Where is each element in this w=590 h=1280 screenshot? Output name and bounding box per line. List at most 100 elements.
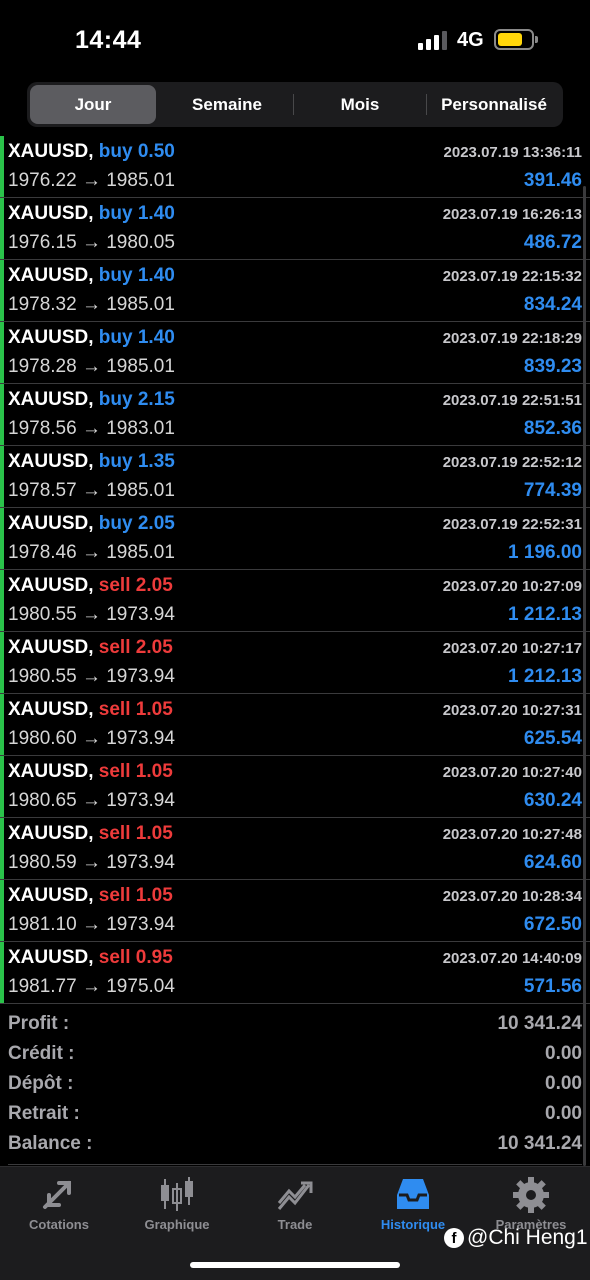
trade-datetime: 2023.07.20 10:27:40	[442, 764, 582, 781]
trade-row[interactable]: XAUUSD, sell 1.05 2023.07.20 10:27:40 1980…	[0, 756, 590, 818]
trade-marker	[0, 446, 4, 507]
trade-row[interactable]: XAUUSD, buy 1.40 2023.07.19 16:26:13 1976.…	[0, 198, 590, 260]
trade-profit: 839.23	[523, 356, 582, 377]
trade-symbol: XAUUSD,	[8, 327, 94, 348]
trade-profit: 774.39	[523, 480, 582, 501]
trade-volume: 0.50	[137, 141, 175, 162]
inbox-tray-icon	[397, 1179, 429, 1209]
trade-row[interactable]: XAUUSD, buy 1.40 2023.07.19 22:18:29 1978.…	[0, 322, 590, 384]
summary-row: Profit : 10 341.24	[0, 1010, 590, 1040]
trade-prices: 1980.55 → 1973.94	[8, 604, 175, 625]
trade-side: buy	[98, 141, 133, 162]
quotes-arrows-icon	[43, 1181, 71, 1209]
tab-label: Cotations	[29, 1217, 89, 1232]
trade-side: buy	[98, 451, 133, 472]
trade-profit: 486.72	[523, 232, 582, 253]
trade-datetime: 2023.07.20 10:27:48	[442, 826, 582, 843]
summary-label: Crédit :	[8, 1043, 75, 1064]
trade-row[interactable]: XAUUSD, buy 2.05 2023.07.19 22:52:31 1978.…	[0, 508, 590, 570]
trade-profit: 1 212.13	[508, 604, 582, 625]
period-tab-mois[interactable]: Mois	[294, 85, 426, 124]
trade-marker	[0, 756, 4, 817]
trade-marker	[0, 136, 4, 197]
trade-row[interactable]: XAUUSD, sell 2.05 2023.07.20 10:27:09 1980…	[0, 570, 590, 632]
trade-datetime: 2023.07.20 10:28:34	[442, 888, 582, 905]
trade-row[interactable]: XAUUSD, sell 1.05 2023.07.20 10:28:34 1981…	[0, 880, 590, 942]
trade-symbol: XAUUSD,	[8, 947, 94, 968]
trade-datetime: 2023.07.19 22:52:12	[442, 454, 582, 471]
trade-marker	[0, 198, 4, 259]
trade-datetime: 2023.07.19 22:15:32	[442, 268, 582, 285]
trade-title: XAUUSD, sell 2.05	[8, 575, 173, 597]
trade-row[interactable]: XAUUSD, sell 1.05 2023.07.20 10:27:48 1980…	[0, 818, 590, 880]
trade-title: XAUUSD, buy 0.50	[8, 141, 175, 163]
trade-datetime: 2023.07.19 22:52:31	[442, 516, 582, 533]
trade-side: sell	[98, 947, 131, 968]
trade-side: buy	[98, 389, 133, 410]
trade-datetime: 2023.07.19 22:51:51	[442, 392, 582, 409]
trade-row[interactable]: XAUUSD, sell 1.05 2023.07.20 10:27:31 1980…	[0, 694, 590, 756]
period-tab-personnalise[interactable]: Personnalisé	[427, 85, 561, 124]
trade-volume: 1.05	[135, 885, 173, 906]
trade-row[interactable]: XAUUSD, buy 2.15 2023.07.19 22:51:51 1978.…	[0, 384, 590, 446]
trade-profit: 852.36	[523, 418, 582, 439]
status-time: 14:44	[75, 26, 142, 54]
trade-marker	[0, 694, 4, 755]
trade-prices: 1980.59 → 1973.94	[8, 852, 175, 873]
trade-row[interactable]: XAUUSD, sell 2.05 2023.07.20 10:27:17 1980…	[0, 632, 590, 694]
watermark: f @Chi Heng1	[444, 1226, 588, 1250]
trade-marker	[0, 384, 4, 445]
trade-title: XAUUSD, buy 1.40	[8, 203, 175, 225]
home-indicator[interactable]	[190, 1262, 400, 1268]
summary-label: Balance :	[8, 1133, 93, 1154]
trade-title: XAUUSD, buy 1.35	[8, 451, 175, 473]
summary-row: Crédit : 0.00	[0, 1040, 590, 1070]
trade-title: XAUUSD, buy 1.40	[8, 327, 175, 349]
tab-label: Graphique	[144, 1217, 210, 1232]
trade-marker	[0, 818, 4, 879]
trade-volume: 1.05	[135, 761, 173, 782]
trade-side: sell	[98, 823, 131, 844]
tab-trade[interactable]: Trade	[236, 1175, 354, 1239]
summary-divider	[8, 1164, 582, 1165]
trade-volume: 1.40	[137, 203, 175, 224]
trade-datetime: 2023.07.19 22:18:29	[442, 330, 582, 347]
trade-row[interactable]: XAUUSD, buy 1.40 2023.07.19 22:15:32 1978.…	[0, 260, 590, 322]
tab-graphique[interactable]: Graphique	[118, 1175, 236, 1239]
watermark-text: @Chi Heng1	[467, 1226, 588, 1249]
trade-profit: 672.50	[523, 914, 582, 935]
trade-volume: 1.35	[137, 451, 175, 472]
period-tab-jour[interactable]: Jour	[30, 85, 156, 124]
summary-label: Profit :	[8, 1013, 70, 1034]
trade-side: buy	[98, 327, 133, 348]
trade-volume: 0.95	[135, 947, 173, 968]
summary-label: Dépôt :	[8, 1073, 74, 1094]
trade-side: sell	[98, 699, 131, 720]
trade-profit: 630.24	[523, 790, 582, 811]
trade-symbol: XAUUSD,	[8, 823, 94, 844]
trade-volume: 2.05	[135, 575, 173, 596]
summary-value: 0.00	[545, 1103, 582, 1124]
trade-volume: 1.40	[137, 327, 175, 348]
trade-symbol: XAUUSD,	[8, 575, 94, 596]
facebook-icon: f	[444, 1228, 464, 1248]
trade-marker	[0, 260, 4, 321]
trade-volume: 2.15	[137, 389, 175, 410]
trade-row[interactable]: XAUUSD, sell 0.95 2023.07.20 14:40:09 1981…	[0, 942, 590, 1004]
trade-prices: 1981.77 → 1975.04	[8, 976, 175, 997]
summary-value: 0.00	[545, 1043, 582, 1064]
trade-marker	[0, 322, 4, 383]
trade-prices: 1978.28 → 1985.01	[8, 356, 175, 377]
tab-cotations[interactable]: Cotations	[0, 1175, 118, 1239]
trade-volume: 1.05	[135, 823, 173, 844]
summary-value: 10 341.24	[497, 1013, 582, 1034]
trade-prices: 1980.65 → 1973.94	[8, 790, 175, 811]
period-tab-semaine[interactable]: Semaine	[161, 85, 293, 124]
trade-title: XAUUSD, sell 1.05	[8, 823, 173, 845]
trade-row[interactable]: XAUUSD, buy 1.35 2023.07.19 22:52:12 1978.…	[0, 446, 590, 508]
account-summary: Profit : 10 341.24 Crédit : 0.00 Dépôt : 0.00…	[0, 1010, 590, 1160]
summary-value: 10 341.24	[497, 1133, 582, 1154]
trade-row[interactable]: XAUUSD, buy 0.50 2023.07.19 13:36:11 1976.…	[0, 136, 590, 198]
summary-row: Retrait : 0.00	[0, 1100, 590, 1130]
trade-prices: 1980.60 → 1973.94	[8, 728, 175, 749]
